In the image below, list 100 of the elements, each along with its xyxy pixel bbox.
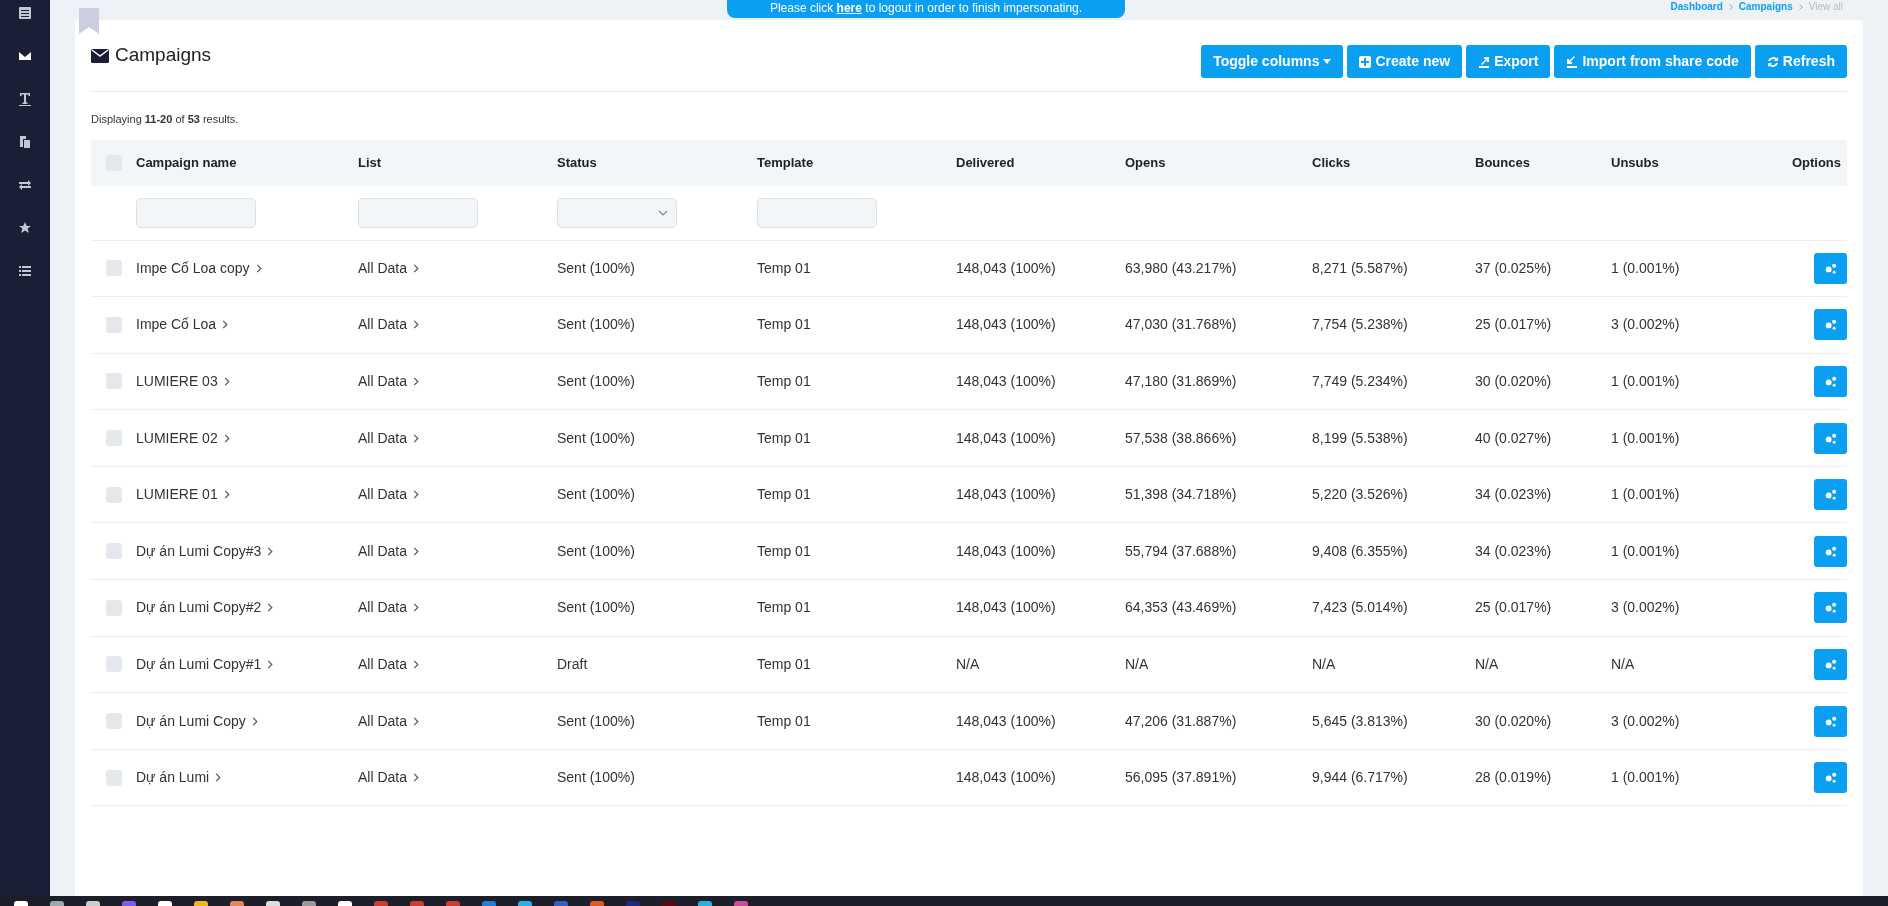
taskbar-icon[interactable] <box>734 901 748 906</box>
campaign-link[interactable]: LUMIERE 02 <box>136 427 218 449</box>
chevron-icon <box>413 320 420 330</box>
status-text: Sent (100%) <box>557 541 636 561</box>
campaign-link[interactable]: Dự án Lumi <box>136 767 210 789</box>
taskbar-icon[interactable] <box>230 901 244 906</box>
row-checkbox[interactable] <box>105 599 122 616</box>
row-checkbox[interactable] <box>105 656 122 673</box>
taskbar-icon[interactable] <box>374 901 388 906</box>
delivered-text: 148,043 (100%) <box>956 315 1057 335</box>
list-link[interactable]: All Data <box>358 597 408 619</box>
list-link[interactable]: All Data <box>358 484 408 506</box>
row-checkbox[interactable] <box>105 316 122 333</box>
chevron-icon <box>215 773 222 783</box>
opens-text: 47,206 (31.887%) <box>1125 711 1238 731</box>
template-text: Temp 01 <box>757 712 811 729</box>
list-link[interactable]: All Data <box>358 314 408 336</box>
options-button[interactable] <box>1814 648 1847 680</box>
bounces-text: 40 (0.027%) <box>1475 428 1553 448</box>
opens-text: 47,030 (31.768%) <box>1125 315 1238 335</box>
delivered-text: N/A <box>956 654 981 674</box>
status-text: Sent (100%) <box>557 428 636 448</box>
delivered-text: 148,043 (100%) <box>956 768 1057 788</box>
campaign-link[interactable]: Dự án Lumi Copy#1 <box>136 653 262 675</box>
chevron-icon <box>413 433 420 443</box>
list-link[interactable]: All Data <box>358 427 408 449</box>
clicks-text: 8,271 (5.587%) <box>1312 258 1409 278</box>
list-link[interactable]: All Data <box>358 653 408 675</box>
taskbar-icon[interactable] <box>266 901 280 906</box>
taskbar-icon[interactable] <box>554 901 568 906</box>
taskbar-icon[interactable] <box>122 901 136 906</box>
campaign-link[interactable]: LUMIERE 01 <box>136 484 218 506</box>
delivered-text: 148,043 (100%) <box>956 428 1057 448</box>
list-link[interactable]: All Data <box>358 767 408 789</box>
opens-text: 56,095 (37.891%) <box>1125 768 1238 788</box>
options-button[interactable] <box>1814 479 1847 511</box>
status-text: Sent (100%) <box>557 711 636 731</box>
clicks-text: 7,754 (5.238%) <box>1312 315 1409 335</box>
exchange-icon <box>18 178 32 192</box>
results-summary: Displaying 11-20 of 53 results. <box>91 112 240 127</box>
template-text: Temp 01 <box>757 316 811 333</box>
taskbar-icon[interactable] <box>698 901 712 906</box>
list-link[interactable]: All Data <box>358 257 408 279</box>
chevron-icon <box>251 716 258 726</box>
opens-text: 57,538 (38.866%) <box>1125 428 1238 448</box>
filter-field[interactable] <box>136 197 256 228</box>
row-checkbox[interactable] <box>105 260 122 277</box>
taskbar-icon[interactable] <box>194 901 208 906</box>
campaign-link[interactable]: Impe Cổ Loa copy <box>136 257 250 279</box>
export-icon <box>1478 55 1491 68</box>
column-header: Options <box>1791 153 1842 172</box>
list-link[interactable]: All Data <box>358 710 408 732</box>
options-button[interactable] <box>1814 592 1847 624</box>
taskbar-icon[interactable] <box>518 901 532 906</box>
template-text: Temp 01 <box>757 655 811 672</box>
import-icon <box>1566 55 1579 68</box>
options-button[interactable] <box>1814 705 1847 737</box>
list-link[interactable]: All Data <box>358 371 408 392</box>
row-checkbox[interactable] <box>105 769 122 786</box>
options-button[interactable] <box>1814 762 1847 794</box>
bounces-text: 28 (0.019%) <box>1475 768 1553 788</box>
options-button[interactable] <box>1814 422 1847 454</box>
row-checkbox[interactable] <box>105 713 122 730</box>
chevron-icon <box>223 377 230 386</box>
row-checkbox[interactable] <box>105 373 122 390</box>
clicks-text: 9,408 (6.355%) <box>1312 541 1409 561</box>
row-checkbox[interactable] <box>105 430 122 447</box>
options-button[interactable] <box>1814 309 1847 341</box>
unsubs-text: 3 (0.002%) <box>1611 598 1681 618</box>
options-button[interactable] <box>1814 535 1847 567</box>
bounces-text: 25 (0.017%) <box>1475 315 1553 335</box>
campaign-link[interactable]: Dự án Lumi Copy <box>136 710 246 732</box>
delivered-text: 148,043 (100%) <box>956 711 1057 731</box>
separator-icon <box>1728 4 1733 10</box>
unsubs-text: N/A <box>1611 654 1636 674</box>
taskbar-icon[interactable] <box>590 901 604 906</box>
taskbar-icon[interactable] <box>158 901 172 906</box>
campaign-link[interactable]: LUMIERE 03 <box>136 371 218 392</box>
taskbar-icon[interactable] <box>50 901 64 906</box>
row-checkbox[interactable] <box>105 486 122 503</box>
bounces-text: N/A <box>1475 654 1500 674</box>
taskbar-icon[interactable] <box>482 901 496 906</box>
list-link[interactable]: All Data <box>358 540 408 562</box>
clicks-text: 5,220 (3.526%) <box>1312 485 1409 505</box>
unsubs-text: 1 (0.001%) <box>1611 258 1681 278</box>
taskbar-icon[interactable] <box>338 901 352 906</box>
campaign-link[interactable]: Dự án Lumi Copy#3 <box>136 540 262 562</box>
template-text: Temp 01 <box>757 599 811 616</box>
row-checkbox[interactable] <box>105 543 122 560</box>
options-button[interactable] <box>1814 252 1847 284</box>
taskbar-icon[interactable] <box>410 901 424 906</box>
taskbar-icon[interactable] <box>86 901 100 906</box>
campaign-link[interactable]: Impe Cổ Loa <box>136 314 217 336</box>
options-button[interactable] <box>1814 366 1847 397</box>
taskbar-icon[interactable] <box>446 901 460 906</box>
campaign-link[interactable]: Dự án Lumi Copy#2 <box>136 597 262 619</box>
taskbar-icon[interactable] <box>302 901 316 906</box>
filter-field[interactable] <box>757 197 877 228</box>
filter-field[interactable] <box>358 197 478 228</box>
taskbar-icon[interactable] <box>14 901 28 906</box>
